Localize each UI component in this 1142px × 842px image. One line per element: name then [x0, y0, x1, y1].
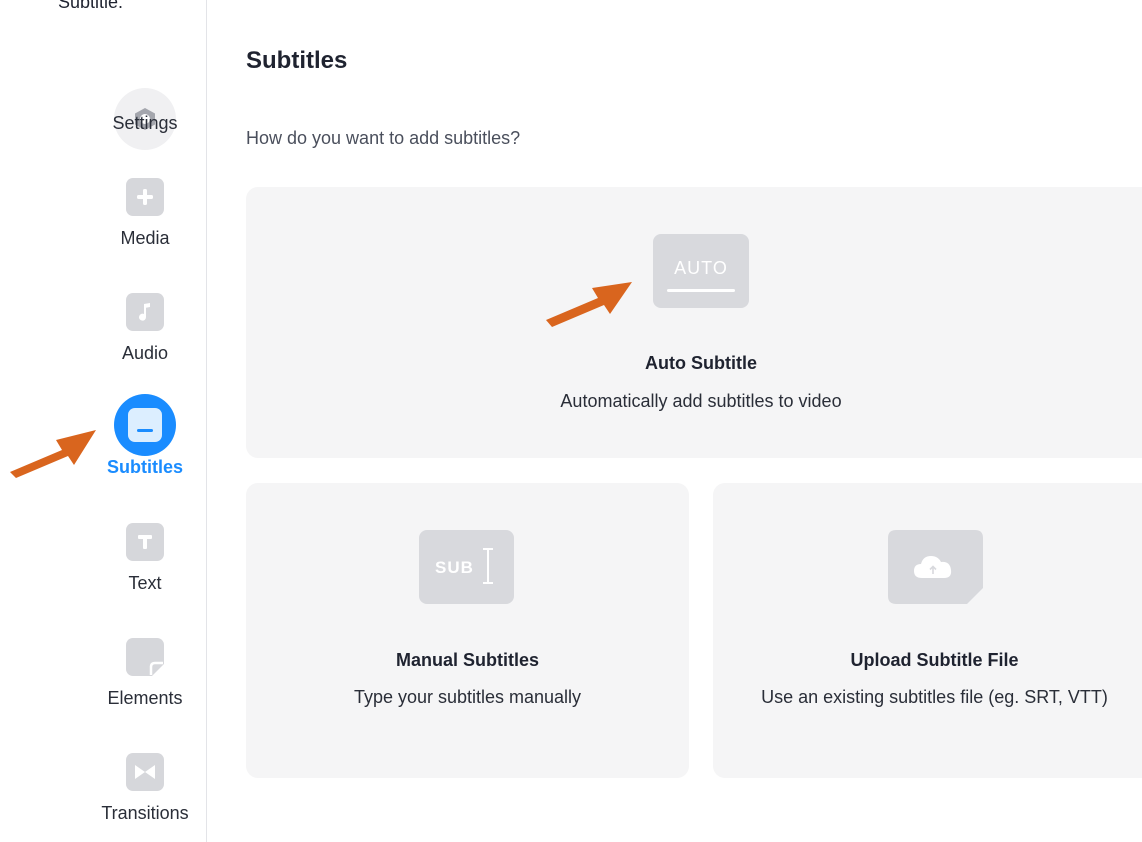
cloud-upload-icon — [888, 530, 983, 604]
auto-subtitle-title: Auto Subtitle — [645, 353, 757, 373]
auto-badge-text: AUTO — [674, 258, 728, 278]
sidebar-item-audio[interactable]: Audio — [0, 285, 207, 385]
sidebar-item-label: Media — [120, 228, 170, 248]
subtitles-icon — [114, 394, 176, 456]
manual-subtitle-icon: SUB — [419, 530, 514, 604]
plus-icon — [126, 178, 164, 216]
auto-subtitle-description: Automatically add subtitles to video — [560, 391, 842, 411]
subtitle-method-question: How do you want to add subtitles? — [246, 128, 521, 148]
sidebar-item-elements[interactable]: Elements — [0, 630, 207, 730]
auto-subtitle-icon: AUTO — [653, 234, 749, 308]
manual-subtitles-title: Manual Subtitles — [395, 650, 539, 670]
sidebar-item-text[interactable]: Text — [0, 515, 207, 615]
sidebar-item-transitions[interactable]: Transitions — [0, 745, 207, 842]
music-note-icon — [126, 293, 164, 331]
auto-subtitle-card[interactable]: AUTO Auto Subtitle Automatically add sub… — [246, 187, 1142, 458]
annotation-arrow-icon — [10, 430, 96, 478]
page-title: Subtitles — [246, 47, 348, 74]
sidebar-item-label: Settings — [112, 113, 178, 133]
sidebar-item-label: Text — [128, 573, 162, 593]
text-t-icon — [126, 523, 164, 561]
sidebar-item-media[interactable]: Media — [0, 170, 207, 270]
sidebar-item-label: Elements — [107, 688, 183, 708]
manual-subtitles-description: Type your subtitles manually — [353, 687, 582, 707]
sticky-note-icon — [126, 638, 164, 676]
upload-subtitle-file-title: Upload Subtitle File — [850, 650, 1019, 670]
sidebar-item-label: Transitions — [101, 803, 189, 823]
sub-badge-text: SUB — [435, 558, 474, 577]
annotation-arrow-icon — [546, 282, 632, 327]
underline-bar — [667, 289, 735, 292]
subtitles-panel: Subtitles How do you want to add subtitl… — [208, 0, 1142, 842]
sidebar-item-settings[interactable]: Settings — [0, 40, 207, 150]
bowtie-transition-icon — [126, 753, 164, 791]
upload-subtitle-file-card[interactable]: Upload Subtitle File Use an existing sub… — [713, 483, 1142, 778]
upload-subtitle-file-description: Use an existing subtitles file (eg. SRT,… — [761, 687, 1108, 707]
text-cursor-icon — [483, 548, 493, 584]
sidebar-item-label: Audio — [121, 343, 169, 363]
manual-subtitles-card[interactable]: SUB Manual Subtitles Type your subtitles… — [246, 483, 689, 778]
